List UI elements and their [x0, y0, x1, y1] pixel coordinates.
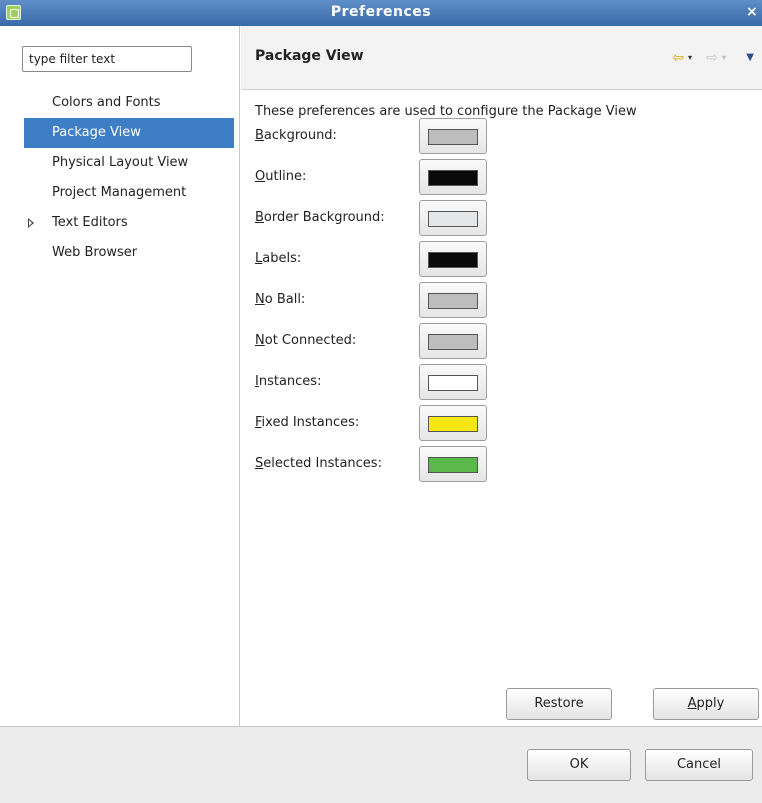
- color-preference-row: Selected Instances:: [255, 446, 555, 484]
- tree-item-label: Web Browser: [52, 245, 138, 260]
- preference-tree: Colors and Fonts Package View Physical Lay…: [24, 88, 234, 268]
- color-picker-button[interactable]: [419, 405, 487, 441]
- color-preference-label: No Ball:: [255, 292, 305, 307]
- label-text: ackground:: [263, 128, 337, 143]
- ok-button[interactable]: OK: [527, 749, 631, 781]
- tree-item-label: Text Editors: [52, 215, 128, 230]
- tree-item[interactable]: Physical Layout View: [24, 148, 234, 178]
- color-swatch: [428, 334, 478, 350]
- tree-item-label: Physical Layout View: [52, 155, 189, 170]
- page-title: Package View: [255, 48, 364, 64]
- label-text: abels:: [262, 251, 302, 266]
- preference-tree-pane: Colors and Fonts Package View Physical Lay…: [0, 26, 240, 726]
- label-text: nstances:: [258, 374, 322, 389]
- label-text: utline:: [265, 169, 307, 184]
- color-picker-button[interactable]: [419, 446, 487, 482]
- tree-item[interactable]: Package View: [24, 118, 234, 148]
- color-swatch: [428, 129, 478, 145]
- forward-arrow-icon[interactable]: ⇨: [706, 50, 718, 66]
- tree-item-label: Project Management: [52, 185, 187, 200]
- page-nav: ⇦ ▾ ⇨ ▾ ▼: [654, 50, 754, 66]
- tree-item[interactable]: Project Management: [24, 178, 234, 208]
- color-preference-label: Background:: [255, 128, 337, 143]
- dialog-button-bar: OK Cancel: [0, 726, 762, 803]
- color-swatch: [428, 211, 478, 227]
- color-preference-row: No Ball:: [255, 282, 555, 320]
- apply-label-mnemonic: A: [687, 696, 697, 711]
- color-swatch: [428, 252, 478, 268]
- window-title: Preferences: [330, 4, 432, 20]
- label-mnemonic: N: [255, 333, 265, 348]
- label-mnemonic: B: [255, 210, 264, 225]
- color-swatch: [428, 416, 478, 432]
- tree-item[interactable]: Web Browser: [24, 238, 234, 268]
- color-preference-row: Background:: [255, 118, 555, 156]
- label-text: ixed Instances:: [261, 415, 360, 430]
- filter-input[interactable]: [22, 46, 192, 72]
- color-swatch: [428, 293, 478, 309]
- color-preference-row: Labels:: [255, 241, 555, 279]
- forward-dropdown-icon[interactable]: ▾: [722, 50, 726, 66]
- label-text: ot Connected:: [264, 333, 357, 348]
- color-preference-label: Not Connected:: [255, 333, 356, 348]
- color-preference-label: Labels:: [255, 251, 301, 266]
- title-bar: Preferences ×: [0, 0, 762, 26]
- color-preference-label: Fixed Instances:: [255, 415, 359, 430]
- label-text: o Ball:: [264, 292, 306, 307]
- color-picker-button[interactable]: [419, 364, 487, 400]
- restore-defaults-button[interactable]: Restore Defaults: [506, 688, 612, 741]
- color-picker-button[interactable]: [419, 159, 487, 195]
- color-preference-label: Instances:: [255, 374, 321, 389]
- back-dropdown-icon[interactable]: ▾: [688, 50, 692, 66]
- page-description: These preferences are used to configure …: [255, 104, 637, 119]
- color-picker-button[interactable]: [419, 200, 487, 236]
- label-mnemonic: B: [255, 128, 264, 143]
- color-preference-label: Border Background:: [255, 210, 385, 225]
- apply-label-post: pply: [696, 696, 725, 711]
- color-picker-button[interactable]: [419, 118, 487, 154]
- color-swatch: [428, 375, 478, 391]
- page-header: Package View ⇦ ▾ ⇨ ▾ ▼: [241, 26, 762, 90]
- color-preference-label: Outline:: [255, 169, 306, 184]
- color-picker-button[interactable]: [419, 241, 487, 277]
- color-preference-row: Border Background:: [255, 200, 555, 238]
- color-swatch: [428, 457, 478, 473]
- label-mnemonic: O: [255, 169, 266, 184]
- label-text: elected Instances:: [263, 456, 382, 471]
- tree-item-label: Colors and Fonts: [52, 95, 161, 110]
- view-menu-icon[interactable]: ▼: [746, 50, 754, 66]
- color-picker-button[interactable]: [419, 282, 487, 318]
- color-preference-label: Selected Instances:: [255, 456, 382, 471]
- label-text: order Background:: [263, 210, 385, 225]
- color-preference-row: Not Connected:: [255, 323, 555, 361]
- color-preference-row: Fixed Instances:: [255, 405, 555, 443]
- color-swatch: [428, 170, 478, 186]
- close-icon[interactable]: ×: [746, 3, 760, 21]
- restore-label-pre: Restore: [534, 696, 584, 711]
- tree-item-label: Package View: [52, 125, 141, 140]
- back-arrow-icon[interactable]: ⇦: [672, 50, 684, 66]
- label-mnemonic: N: [255, 292, 265, 307]
- tree-item[interactable]: Text Editors: [24, 208, 234, 238]
- color-preference-row: Outline:: [255, 159, 555, 197]
- preference-page: Package View ⇦ ▾ ⇨ ▾ ▼ These preferences…: [241, 26, 762, 741]
- cancel-button[interactable]: Cancel: [645, 749, 753, 781]
- expand-arrow-icon[interactable]: [28, 218, 34, 228]
- color-preference-row: Instances:: [255, 364, 555, 402]
- apply-button[interactable]: Apply: [653, 688, 759, 720]
- color-picker-button[interactable]: [419, 323, 487, 359]
- tree-item[interactable]: Colors and Fonts: [24, 88, 234, 118]
